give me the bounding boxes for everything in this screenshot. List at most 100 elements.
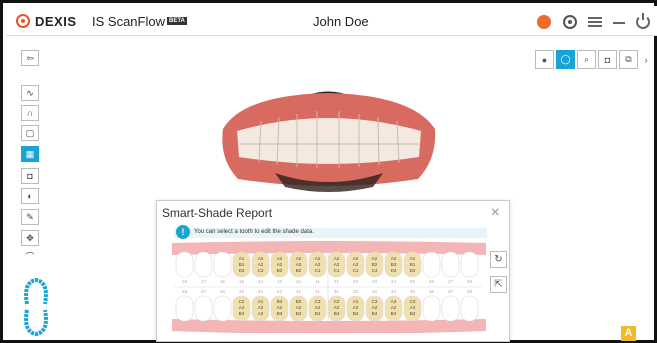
lower-shade-label: B4 xyxy=(239,311,245,316)
upper-shade-label: B2 xyxy=(277,268,283,273)
lower-tooth-number: 45 xyxy=(239,289,244,294)
shade-tooth-chart[interactable]: 18 17 16A1B1D215A2A2C314A2A2B213A2A2B212A2… xyxy=(170,241,487,333)
upper-shade-label: A2 xyxy=(353,262,359,267)
view-eye-icon[interactable]: ● xyxy=(535,50,554,69)
upper-shade-label: C3 xyxy=(258,268,264,273)
lower-shade-label: B4 xyxy=(353,311,359,316)
upper-tooth[interactable] xyxy=(460,251,479,278)
upper-tooth-number: 25 xyxy=(410,279,415,284)
upper-shade-label: C1 xyxy=(353,268,359,273)
color-icon[interactable]: ◐ xyxy=(21,188,39,204)
upper-shade-label: A2 xyxy=(296,256,302,261)
upper-tooth-number: 28 xyxy=(467,279,472,284)
panel-title: Smart-Shade Report xyxy=(162,206,273,220)
menu-icon[interactable] xyxy=(588,15,602,29)
lower-shade-label: C3 xyxy=(315,299,321,304)
pen-icon[interactable]: ✎ xyxy=(21,209,39,225)
power-icon[interactable] xyxy=(636,13,650,29)
upper-shade-label: A2 xyxy=(334,262,340,267)
reset-icon[interactable]: ↻ xyxy=(490,251,507,268)
camera-icon[interactable]: ◘ xyxy=(21,168,39,184)
upper-shade-label: A2 xyxy=(296,262,302,267)
lower-tooth[interactable] xyxy=(175,295,194,322)
upper-tooth-number: 13 xyxy=(277,279,282,284)
exit-icon[interactable]: ⇦ xyxy=(21,50,39,66)
lower-tooth[interactable] xyxy=(194,295,213,322)
info-message: You can select a tooth to edit the shade… xyxy=(194,229,314,235)
upper-shade-label: A1 xyxy=(239,256,245,261)
upper-shade-label: B2 xyxy=(372,262,378,267)
lower-tooth-number: 32 xyxy=(353,289,358,294)
lower-shade-label: A2 xyxy=(258,305,264,310)
upper-shade-label: D2 xyxy=(239,268,245,273)
upper-tooth-number: 11 xyxy=(315,279,320,284)
more-icon[interactable]: ⌒ xyxy=(21,251,39,262)
lower-shade-label: B4 xyxy=(372,311,378,316)
upper-tooth[interactable] xyxy=(441,251,460,278)
brand-name: DEXIS xyxy=(35,14,77,29)
upper-tooth[interactable] xyxy=(422,251,441,278)
lower-shade-label: B4 xyxy=(334,311,340,316)
upper-shade-label: A2 xyxy=(277,262,283,267)
minimize-icon[interactable] xyxy=(613,15,627,29)
arch-navigator-icon[interactable] xyxy=(19,276,53,338)
product-name: IS ScanFlow xyxy=(92,14,165,29)
lower-shade-label: A2 xyxy=(296,305,302,310)
upper-tooth-number: 16 xyxy=(220,279,225,284)
export-icon[interactable]: ⇱ xyxy=(490,276,507,293)
upper-tooth-number: 26 xyxy=(429,279,434,284)
lower-tooth[interactable] xyxy=(213,295,232,322)
app-window: DEXIS IS ScanFlow BETA John Doe ⇦ ∿ ∩ ▢ … xyxy=(0,0,657,343)
scan-tool-icon[interactable]: ∿ xyxy=(21,85,39,101)
upper-shade-label: A2 xyxy=(334,256,340,261)
lower-tooth[interactable] xyxy=(441,295,460,322)
lower-shade-label: A4 xyxy=(410,305,416,310)
tooth-icon[interactable]: ▢ xyxy=(21,125,39,141)
upper-shade-label: A2 xyxy=(353,256,359,261)
smart-shade-icon[interactable]: ▦ xyxy=(21,146,39,162)
beta-badge: BETA xyxy=(167,17,187,25)
title-bar: DEXIS IS ScanFlow BETA John Doe xyxy=(6,6,657,36)
lower-shade-label: B4 xyxy=(391,311,397,316)
lower-shade-label: B4 xyxy=(410,311,416,316)
shade-badge[interactable]: A xyxy=(621,326,636,341)
lower-shade-label: A2 xyxy=(353,305,359,310)
upper-shade-label: A2 xyxy=(372,256,378,261)
upper-shade-label: D2 xyxy=(410,268,416,273)
arch-icon[interactable]: ∩ xyxy=(21,105,39,121)
record-icon[interactable] xyxy=(537,15,551,29)
upper-shade-label: D4 xyxy=(391,268,397,273)
upper-shade-label: A1 xyxy=(410,256,416,261)
smart-shade-report-panel: Smart-Shade Report × ! You can select a … xyxy=(156,200,510,342)
lower-tooth[interactable] xyxy=(422,295,441,322)
upper-tooth[interactable] xyxy=(194,251,213,278)
upper-tooth-number: 17 xyxy=(201,279,206,284)
close-icon[interactable]: × xyxy=(491,205,500,221)
upper-shade-label: A2 xyxy=(391,256,397,261)
lower-shade-label: C2 xyxy=(239,299,245,304)
upper-tooth-number: 14 xyxy=(258,279,263,284)
lower-tooth[interactable] xyxy=(460,295,479,322)
upper-tooth[interactable] xyxy=(213,251,232,278)
lower-shade-label: C3 xyxy=(410,299,416,304)
lower-tooth-number: 33 xyxy=(372,289,377,294)
lower-tooth-number: 37 xyxy=(448,289,453,294)
upper-tooth[interactable] xyxy=(175,251,194,278)
layers-icon[interactable]: ⧉ xyxy=(619,50,638,69)
lower-shade-label: A3 xyxy=(391,299,397,304)
lower-tooth-number: 46 xyxy=(220,289,225,294)
zoom-icon[interactable]: ⌕ xyxy=(577,50,596,69)
upper-shade-label: B2 xyxy=(296,268,302,273)
target-icon[interactable] xyxy=(563,15,577,29)
rotate-view-icon[interactable]: ◯ xyxy=(556,50,575,69)
camera-view-icon[interactable]: ◘ xyxy=(598,50,617,69)
dexis-logo-icon xyxy=(16,14,30,28)
lower-shade-label: A2 xyxy=(258,311,264,316)
lower-shade-label: A2 xyxy=(334,305,340,310)
chevron-right-icon[interactable]: › xyxy=(640,50,652,69)
dental-scan-model[interactable] xyxy=(213,87,443,197)
move-icon[interactable]: ✥ xyxy=(21,230,39,246)
lower-tooth-number: 48 xyxy=(182,289,187,294)
upper-shade-label: C1 xyxy=(315,268,321,273)
upper-shade-label: B1 xyxy=(410,262,416,267)
